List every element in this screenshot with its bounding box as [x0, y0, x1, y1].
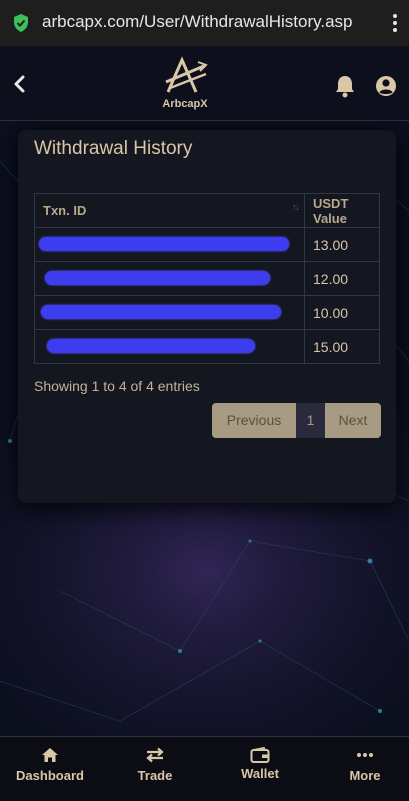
- table-row: 13.00: [34, 227, 380, 262]
- bottom-navigation: Dashboard Trade Wallet More: [0, 736, 409, 801]
- secure-shield-icon: [14, 14, 28, 32]
- nav-wallet[interactable]: Wallet: [226, 737, 294, 801]
- more-dots-icon: [357, 753, 373, 757]
- page-1-button[interactable]: 1: [296, 403, 325, 438]
- user-icon[interactable]: [375, 75, 397, 97]
- txn-id-cell: [34, 261, 305, 296]
- table-row: 10.00: [34, 295, 380, 330]
- swap-icon: [146, 747, 164, 763]
- nav-label: Dashboard: [16, 768, 84, 783]
- redaction-scribble: [45, 271, 270, 285]
- column-header-label: Txn. ID: [43, 203, 87, 218]
- table-row: 15.00: [34, 329, 380, 364]
- txn-id-cell: [34, 227, 305, 262]
- txn-id-cell: [34, 329, 305, 364]
- next-page-button[interactable]: Next: [325, 403, 381, 438]
- withdrawal-table: Txn. ID ↑↓ USDT Value 13.00 12.00 10.00 …: [34, 193, 380, 364]
- brand-name: ArbcapX: [162, 98, 208, 110]
- redaction-scribble: [39, 237, 289, 251]
- usdt-value-cell: 10.00: [304, 295, 380, 330]
- previous-page-button[interactable]: Previous: [212, 403, 296, 438]
- usdt-value-cell: 15.00: [304, 329, 380, 364]
- logo-mark-icon: [165, 56, 208, 93]
- column-header-txn-id[interactable]: Txn. ID ↑↓: [34, 193, 305, 228]
- app-header: ArbcapX: [0, 46, 409, 121]
- page-title: Withdrawal History: [34, 138, 193, 159]
- bell-icon[interactable]: [334, 74, 356, 98]
- column-header-label: USDT Value: [313, 195, 349, 226]
- usdt-value-cell: 13.00: [304, 227, 380, 262]
- url-text[interactable]: arbcapx.com/User/WithdrawalHistory.asp: [42, 12, 353, 32]
- nav-dashboard[interactable]: Dashboard: [8, 737, 92, 801]
- nav-label: Trade: [137, 768, 173, 783]
- redaction-scribble: [47, 339, 255, 353]
- nav-trade[interactable]: Trade: [120, 737, 190, 801]
- home-icon: [42, 748, 58, 762]
- redaction-scribble: [41, 305, 281, 319]
- arbcapx-logo[interactable]: ArbcapX: [155, 56, 215, 114]
- nav-label: More: [349, 768, 381, 783]
- table-row: 12.00: [34, 261, 380, 296]
- sort-icon: ↑↓: [292, 202, 300, 212]
- back-arrow-icon[interactable]: [10, 74, 30, 94]
- table-header-row: Txn. ID ↑↓ USDT Value: [34, 193, 380, 228]
- column-header-usdt-value[interactable]: USDT Value: [304, 193, 380, 228]
- nav-label: Wallet: [241, 766, 279, 781]
- pagination: Previous 1 Next: [212, 403, 381, 438]
- nav-more[interactable]: More: [330, 737, 400, 801]
- usdt-value-cell: 12.00: [304, 261, 380, 296]
- browser-url-bar: arbcapx.com/User/WithdrawalHistory.asp: [0, 0, 409, 46]
- withdrawal-history-card: Withdrawal History Txn. ID ↑↓ USDT Value…: [18, 130, 396, 503]
- entries-info: Showing 1 to 4 of 4 entries: [34, 378, 200, 394]
- txn-id-cell: [34, 295, 305, 330]
- browser-menu-icon[interactable]: [391, 12, 399, 34]
- wallet-icon: [250, 747, 270, 763]
